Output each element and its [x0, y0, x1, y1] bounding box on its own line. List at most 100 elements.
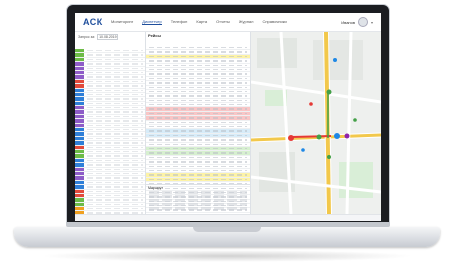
row-cells [87, 155, 143, 157]
row-cells [87, 142, 143, 144]
status-bar [75, 214, 381, 221]
row-cells [87, 177, 143, 179]
status-color-cell [75, 171, 84, 176]
status-color-cell [75, 149, 84, 154]
chevron-down-icon[interactable]: ▾ [371, 20, 373, 25]
row-cells [149, 178, 247, 181]
row-cells [149, 73, 247, 75]
list-item[interactable] [149, 191, 247, 194]
row-cells [87, 137, 143, 140]
row-cells [149, 121, 247, 124]
row-cells [87, 89, 143, 91]
app-logo[interactable]: АСК [83, 17, 103, 27]
top-navigation-bar: АСК Мониторинг Диспетчер Телефон Карта Отчет… [75, 13, 381, 32]
status-color-cell [75, 163, 84, 167]
row-cells [149, 95, 247, 97]
row-cells [149, 47, 247, 49]
row-cells [87, 54, 143, 56]
row-cells [87, 107, 143, 109]
map-canvas[interactable] [251, 32, 381, 214]
laptop-base-notch [193, 227, 261, 232]
list-item[interactable] [149, 207, 247, 210]
row-cells [149, 126, 247, 128]
row-cells [149, 77, 247, 80]
nav-item[interactable]: Мониторинг [111, 19, 133, 25]
row-cells [87, 208, 143, 210]
row-cells [149, 143, 247, 145]
status-color-cell [75, 180, 84, 185]
row-cells [87, 146, 143, 148]
status-color-cell [75, 101, 84, 106]
list-item[interactable] [149, 203, 247, 206]
status-color-cell [75, 97, 84, 101]
row-cells [149, 86, 247, 88]
row-cells [149, 152, 247, 154]
nav-item[interactable]: Карта [196, 19, 207, 25]
avatar[interactable] [357, 17, 368, 27]
status-color-cell [75, 92, 84, 97]
filter-label: Запрос за: [78, 35, 96, 39]
status-color-cell [75, 128, 84, 132]
screen-bezel-bottom [66, 222, 390, 227]
row-cells [87, 194, 143, 197]
nav-item[interactable]: Телефон [171, 19, 188, 25]
row-cells [149, 82, 247, 84]
row-cells [149, 174, 247, 176]
row-cells [87, 50, 143, 52]
status-color-cell [75, 79, 84, 84]
status-color-cell [75, 84, 84, 88]
status-color-cell [75, 57, 84, 62]
row-cells [149, 117, 247, 119]
row-cells [87, 203, 143, 206]
status-color-cell [75, 193, 84, 198]
status-color-cell [75, 123, 84, 128]
map-view[interactable] [251, 32, 381, 214]
row-cells [149, 130, 247, 132]
row-cells [87, 164, 143, 166]
status-color-cell [75, 185, 84, 189]
user-menu[interactable]: Иванов ▾ [341, 17, 373, 27]
row-cells [149, 108, 247, 110]
row-cells [87, 115, 143, 118]
status-color-cell [75, 158, 84, 163]
row-cells [87, 133, 143, 135]
row-cells [87, 168, 143, 170]
nav-item[interactable]: Отчеты [216, 19, 230, 25]
row-cells [87, 85, 143, 87]
row-cells [149, 64, 247, 66]
row-cells [87, 150, 143, 153]
status-color-cell [75, 198, 84, 202]
status-color-cell [75, 114, 84, 119]
row-cells [149, 169, 247, 172]
status-color-cell [75, 145, 84, 149]
status-color-cell [75, 136, 84, 141]
status-color-cell [75, 167, 84, 171]
status-color-cell [75, 119, 84, 123]
row-cells [87, 124, 143, 127]
row-cells [87, 76, 143, 78]
list-item[interactable] [149, 199, 247, 202]
laptop-shadow [40, 250, 414, 262]
date-input[interactable]: 10.08.2019 [97, 34, 119, 40]
status-color-cell [75, 132, 84, 136]
row-cells [149, 147, 247, 150]
row-cells [87, 98, 143, 100]
date-filter: Запрос за: 10.08.2019 [78, 34, 119, 40]
status-color-cell [75, 189, 84, 193]
row-cells [87, 67, 143, 69]
row-cells [149, 55, 247, 58]
middle-panel: Рейсы Маршрут [146, 32, 251, 221]
row-cells [149, 161, 247, 163]
nav-item[interactable]: Журнал [239, 19, 254, 25]
status-color-cell [75, 110, 84, 114]
nav-item[interactable]: Диспетчер [142, 19, 162, 25]
route-subpanel: Маршрут [146, 184, 250, 215]
row-cells [149, 139, 247, 141]
row-cells [149, 60, 247, 62]
row-cells [87, 159, 143, 162]
row-cells [149, 104, 247, 106]
status-color-cell [75, 70, 84, 75]
nav-item[interactable]: Справочники [263, 19, 287, 25]
middle-header: Рейсы [148, 33, 248, 45]
list-item[interactable] [149, 195, 247, 198]
